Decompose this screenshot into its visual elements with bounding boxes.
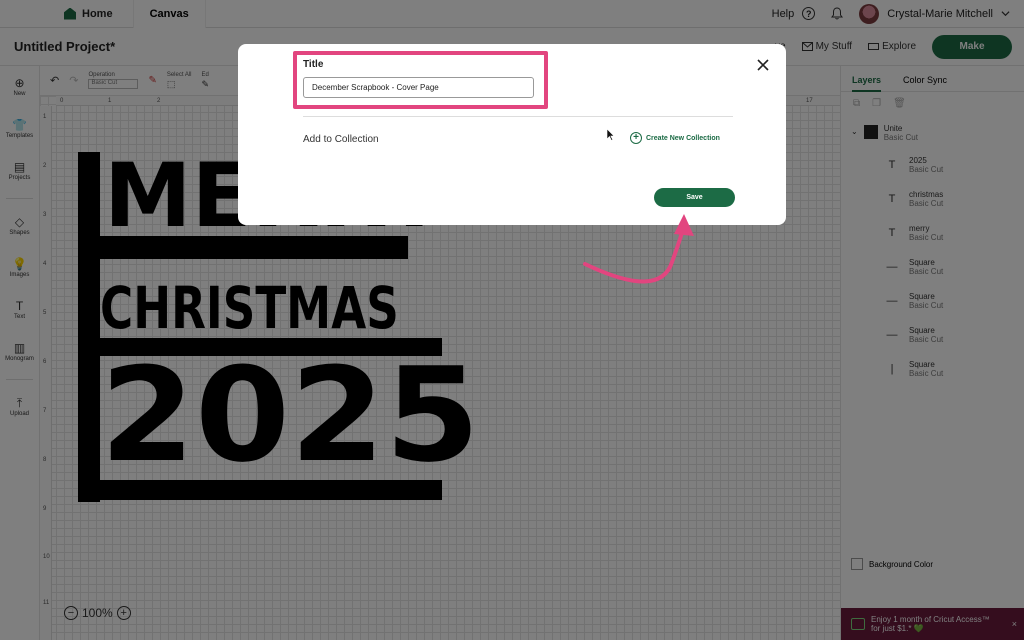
title-input[interactable]	[303, 77, 534, 98]
title-label: Title	[303, 59, 324, 70]
save-project-dialog: Title Add to Collection + Create New Col…	[238, 44, 786, 225]
create-new-collection-label: Create New Collection	[646, 134, 720, 142]
save-button[interactable]: Save	[654, 188, 735, 207]
close-icon[interactable]	[756, 58, 770, 72]
create-new-collection-button[interactable]: + Create New Collection	[630, 132, 720, 144]
add-to-collection-label: Add to Collection	[303, 134, 379, 145]
mouse-cursor-icon	[607, 129, 615, 141]
app-window: Home Canvas Help ? Crystal-Marie Mitchel…	[0, 0, 1024, 640]
plus-circle-icon: +	[630, 132, 642, 144]
modal-divider	[303, 116, 733, 117]
